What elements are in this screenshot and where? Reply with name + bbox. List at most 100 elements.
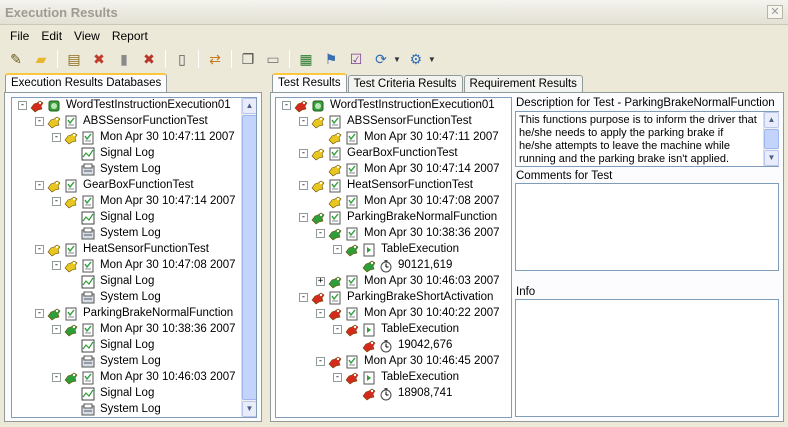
tree-node[interactable]: - ParkingBrakeShortActivation — [276, 290, 511, 306]
collapse-icon[interactable]: - — [35, 181, 44, 190]
filter-button[interactable]: ⚑ — [321, 49, 341, 69]
collapse-icon[interactable]: - — [299, 117, 308, 126]
edit-button[interactable]: ✎ — [6, 49, 26, 69]
tab-test-criteria-results[interactable]: Test Criteria Results — [347, 75, 463, 92]
tree-node[interactable]: System Log — [12, 354, 256, 370]
tree-node[interactable]: Signal Log — [12, 210, 256, 226]
tree-node[interactable]: System Log — [12, 402, 256, 417]
tree-node[interactable]: Signal Log — [12, 146, 256, 162]
collapse-icon[interactable]: - — [333, 245, 342, 254]
close-button[interactable]: ✕ — [767, 5, 783, 19]
tree-node[interactable]: - Mon Apr 30 10:38:36 2007 — [12, 322, 256, 338]
info-field[interactable] — [515, 299, 779, 417]
description-scrollbar[interactable]: ▲ ▼ — [763, 112, 779, 166]
tree-node[interactable]: System Log — [12, 226, 256, 242]
tree-node[interactable]: Mon Apr 30 10:47:11 2007 — [276, 130, 511, 146]
delete-database-button[interactable]: ✖ — [89, 49, 109, 69]
tab-execution-results-databases[interactable]: Execution Results Databases — [5, 73, 168, 93]
settings-button[interactable]: ⚙ — [406, 49, 426, 69]
tree-node[interactable]: - WordTestInstructionExecution01 — [12, 98, 256, 114]
tree-node[interactable]: - GearBoxFunctionTest — [276, 146, 511, 162]
scroll-thumb[interactable] — [764, 129, 779, 149]
tree-node[interactable]: - WordTestInstructionExecution01 — [276, 98, 511, 114]
tree-node[interactable]: Signal Log — [12, 338, 256, 354]
collapse-icon[interactable]: - — [333, 325, 342, 334]
notes-button[interactable]: ▯ — [172, 49, 192, 69]
collapse-icon[interactable]: - — [316, 229, 325, 238]
tree-node[interactable]: - Mon Apr 30 10:40:22 2007 — [276, 306, 511, 322]
scroll-up-icon[interactable]: ▲ — [764, 112, 779, 128]
collapse-icon[interactable]: - — [35, 245, 44, 254]
tree-node[interactable]: - Mon Apr 30 10:46:03 2007 — [12, 370, 256, 386]
document-button[interactable]: ▭ — [263, 49, 283, 69]
tree-node[interactable]: Mon Apr 30 10:47:14 2007 — [276, 162, 511, 178]
collapse-icon[interactable]: - — [35, 117, 44, 126]
tree-node[interactable]: - Mon Apr 30 10:38:36 2007 — [276, 226, 511, 242]
collapse-icon[interactable]: - — [35, 309, 44, 318]
collapse-icon[interactable]: - — [299, 149, 308, 158]
scroll-down-icon[interactable]: ▼ — [764, 150, 779, 166]
transfer-button[interactable]: ⇄ — [205, 49, 225, 69]
collapse-icon[interactable]: - — [52, 325, 61, 334]
menu-file[interactable]: File — [4, 27, 35, 45]
collapse-icon[interactable]: - — [316, 357, 325, 366]
tree-node[interactable]: - Mon Apr 30 10:46:45 2007 — [276, 354, 511, 370]
tree-node[interactable]: - TableExecution — [276, 322, 511, 338]
tree-node[interactable]: Mon Apr 30 10:47:08 2007 — [276, 194, 511, 210]
test-results-tree: - WordTestInstructionExecution01 - ABSSenso… — [275, 97, 512, 418]
tree-node-label: 18908,741 — [398, 387, 453, 399]
tree-node[interactable]: 18908,741 — [276, 386, 511, 402]
collapse-icon[interactable]: - — [52, 373, 61, 382]
scroll-up-icon[interactable]: ▲ — [242, 98, 256, 114]
scroll-down-icon[interactable]: ▼ — [242, 401, 256, 417]
menu-view[interactable]: View — [68, 27, 106, 45]
remove-button[interactable]: ✖ — [139, 49, 159, 69]
menu-edit[interactable]: Edit — [35, 27, 68, 45]
database-button[interactable]: ▤ — [64, 49, 84, 69]
expand-icon[interactable]: + — [316, 277, 325, 286]
tree-node[interactable]: System Log — [12, 290, 256, 306]
tree-node[interactable]: + Mon Apr 30 10:46:03 2007 — [276, 274, 511, 290]
collapse-icon[interactable]: - — [299, 213, 308, 222]
tab-requirement-results[interactable]: Requirement Results — [463, 75, 583, 92]
tree-node[interactable]: - ABSSensorFunctionTest — [12, 114, 256, 130]
tree-node[interactable]: 19042,676 — [276, 338, 511, 354]
tree-node[interactable]: - ParkingBrakeNormalFunction — [12, 306, 256, 322]
tree-node[interactable]: - ParkingBrakeNormalFunction — [276, 210, 511, 226]
tree-node[interactable]: - HeatSensorFunctionTest — [276, 178, 511, 194]
copy-button[interactable]: ❐ — [238, 49, 258, 69]
report-button[interactable]: ▦ — [296, 49, 316, 69]
tree-node[interactable]: - TableExecution — [276, 242, 511, 258]
comments-field[interactable] — [515, 183, 779, 271]
checklist-button[interactable]: ☑ — [346, 49, 366, 69]
cylinder-button[interactable]: ▮ — [114, 49, 134, 69]
collapse-icon[interactable]: - — [282, 101, 291, 110]
left-tree-scrollbar[interactable]: ▲ ▼ — [241, 98, 256, 417]
collapse-icon[interactable]: - — [333, 373, 342, 382]
collapse-icon[interactable]: - — [299, 181, 308, 190]
collapse-icon[interactable]: - — [52, 261, 61, 270]
menu-report[interactable]: Report — [106, 27, 154, 45]
tree-node[interactable]: 90121,619 — [276, 258, 511, 274]
collapse-icon[interactable]: - — [299, 293, 308, 302]
tree-node[interactable]: - TableExecution — [276, 370, 511, 386]
dropdown-arrow-icon[interactable]: ▼ — [428, 55, 436, 64]
tab-test-results[interactable]: Test Results — [272, 73, 347, 93]
dropdown-arrow-icon[interactable]: ▼ — [393, 55, 401, 64]
tree-node[interactable]: - GearBoxFunctionTest — [12, 178, 256, 194]
tree-node[interactable]: - HeatSensorFunctionTest — [12, 242, 256, 258]
scroll-thumb[interactable] — [242, 115, 256, 400]
collapse-icon[interactable]: - — [52, 197, 61, 206]
tree-node[interactable]: System Log — [12, 162, 256, 178]
collapse-icon[interactable]: - — [316, 309, 325, 318]
tree-node[interactable]: Signal Log — [12, 386, 256, 402]
tree-node[interactable]: Signal Log — [12, 274, 256, 290]
open-folder-button[interactable]: ▰ — [31, 49, 51, 69]
tree-node[interactable]: - ABSSensorFunctionTest — [276, 114, 511, 130]
tree-node[interactable]: - Mon Apr 30 10:47:14 2007 — [12, 194, 256, 210]
collapse-icon[interactable]: - — [52, 133, 61, 142]
tree-node[interactable]: - Mon Apr 30 10:47:08 2007 — [12, 258, 256, 274]
tree-node[interactable]: - Mon Apr 30 10:47:11 2007 — [12, 130, 256, 146]
collapse-icon[interactable]: - — [18, 101, 27, 110]
export-button[interactable]: ⟳ — [371, 49, 391, 69]
